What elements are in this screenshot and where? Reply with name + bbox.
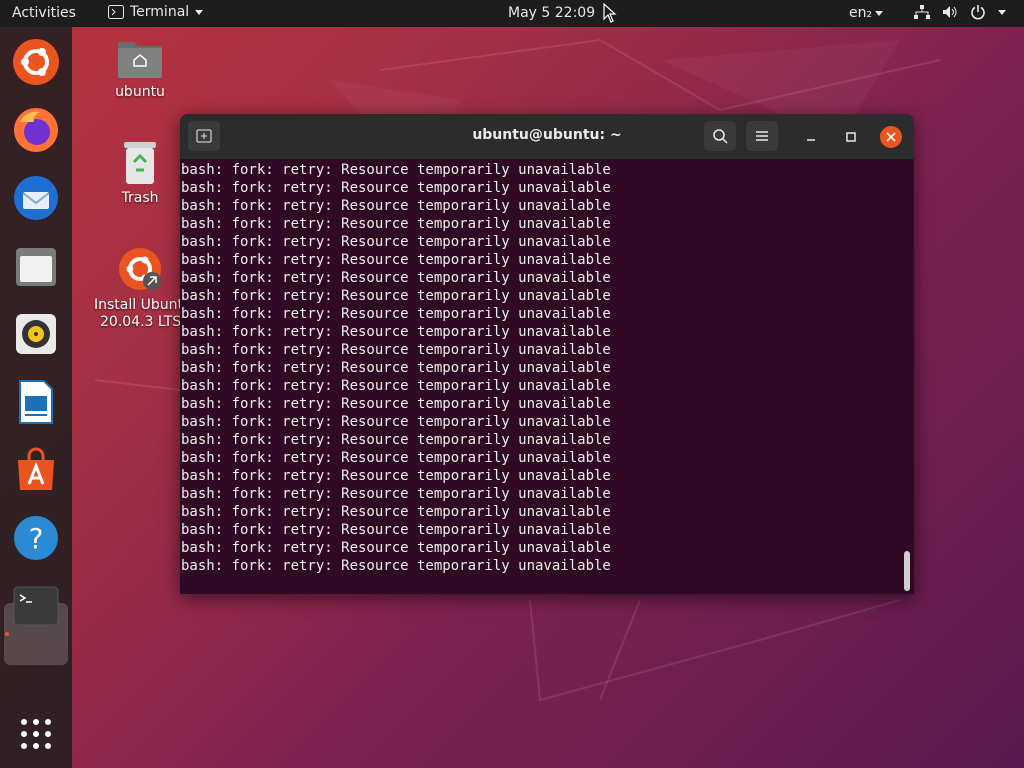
top-bar: Activities Terminal May 5 22:09 en₂	[0, 0, 1024, 27]
language-label: en₂	[849, 5, 873, 21]
terminal-line: bash: fork: retry: Resource temporarily …	[181, 558, 611, 574]
trash-icon	[124, 142, 156, 184]
terminal-line: bash: fork: retry: Resource temporarily …	[181, 234, 611, 250]
desktop-trash[interactable]: Trash	[95, 140, 185, 207]
desktop-install-label-1: Install Ubuntu	[94, 297, 192, 313]
clock[interactable]: May 5 22:09	[508, 5, 595, 21]
minimize-icon	[807, 139, 815, 141]
terminal-line: bash: fork: retry: Resource temporarily …	[181, 198, 611, 214]
system-tray[interactable]	[914, 4, 1006, 20]
dock-item-help[interactable]: ?	[10, 512, 62, 564]
terminal-output[interactable]: bash: fork: retry: Resource temporarily …	[181, 161, 899, 591]
terminal-line: bash: fork: retry: Resource temporarily …	[181, 360, 611, 376]
dock-item-rhythmbox[interactable]	[10, 308, 62, 360]
menu-button[interactable]	[746, 121, 778, 151]
network-icon	[914, 5, 930, 19]
terminal-line: bash: fork: retry: Resource temporarily …	[181, 432, 611, 448]
terminal-line: bash: fork: retry: Resource temporarily …	[181, 324, 611, 340]
search-icon	[713, 129, 728, 144]
writer-icon	[19, 380, 53, 424]
search-button[interactable]	[704, 121, 736, 151]
dock-item-files[interactable]	[10, 240, 62, 292]
mouse-pointer-icon	[603, 3, 617, 23]
help-icon: ?	[14, 516, 58, 560]
terminal-line: bash: fork: retry: Resource temporarily …	[181, 378, 611, 394]
terminal-line: bash: fork: retry: Resource temporarily …	[181, 162, 611, 178]
show-apps-button[interactable]	[10, 708, 62, 760]
desktop-install-label-2: 20.04.3 LTS	[100, 314, 182, 330]
power-icon	[971, 5, 985, 20]
ubuntu-logo-icon	[13, 39, 59, 85]
volume-icon	[943, 6, 957, 18]
terminal-line: bash: fork: retry: Resource temporarily …	[181, 504, 611, 520]
terminal-line: bash: fork: retry: Resource temporarily …	[181, 216, 611, 232]
dock-item-app-store[interactable]	[10, 444, 62, 496]
app-menu[interactable]: Terminal	[108, 4, 204, 20]
dock: ?	[0, 27, 72, 768]
close-button[interactable]	[880, 126, 902, 148]
svg-text:?: ?	[29, 522, 44, 555]
terminal-line: bash: fork: retry: Resource temporarily …	[181, 414, 611, 430]
terminal-line: bash: fork: retry: Resource temporarily …	[181, 522, 611, 538]
install-ubuntu-icon	[119, 248, 161, 290]
home-folder-icon	[118, 42, 162, 78]
terminal-line: bash: fork: retry: Resource temporarily …	[181, 450, 611, 466]
dock-item-thunderbird[interactable]	[10, 172, 62, 224]
minimize-button[interactable]	[800, 126, 822, 148]
terminal-line: bash: fork: retry: Resource temporarily …	[181, 342, 611, 358]
close-icon	[886, 132, 896, 142]
desktop-home-label: ubuntu	[115, 84, 165, 100]
running-indicator	[5, 632, 9, 636]
activities-button[interactable]: Activities	[12, 5, 76, 21]
terminal-headerbar[interactable]: ubuntu@ubuntu: ~	[180, 114, 914, 160]
maximize-icon	[846, 132, 856, 142]
terminal-scrollbar[interactable]	[904, 551, 910, 591]
hamburger-menu-icon	[756, 131, 768, 141]
dock-item-terminal[interactable]	[10, 580, 62, 632]
terminal-line: bash: fork: retry: Resource temporarily …	[181, 540, 611, 556]
terminal-line: bash: fork: retry: Resource temporarily …	[181, 288, 611, 304]
rhythmbox-icon	[16, 314, 56, 354]
files-icon	[16, 248, 56, 286]
thunderbird-icon	[14, 176, 58, 220]
terminal-line: bash: fork: retry: Resource temporarily …	[181, 270, 611, 286]
chevron-down-icon	[875, 10, 884, 16]
language-indicator[interactable]: en₂	[849, 5, 884, 21]
app-menu-label: Terminal	[130, 4, 190, 20]
shopping-bag-icon	[18, 447, 54, 490]
dock-item-libreoffice-writer[interactable]	[10, 376, 62, 428]
dock-item-ubuntu-software[interactable]	[10, 36, 62, 88]
terminal-line: bash: fork: retry: Resource temporarily …	[181, 252, 611, 268]
grid-icon	[21, 719, 51, 749]
desktop-trash-label: Trash	[121, 190, 159, 206]
desktop-home-folder[interactable]: ubuntu	[95, 36, 185, 101]
maximize-button[interactable]	[840, 126, 862, 148]
chevron-down-icon	[998, 9, 1006, 15]
terminal-line: bash: fork: retry: Resource temporarily …	[181, 306, 611, 322]
desktop-install-ubuntu[interactable]: Install Ubuntu 20.04.3 LTS	[90, 245, 192, 331]
terminal-line: bash: fork: retry: Resource temporarily …	[181, 468, 611, 484]
terminal-icon	[108, 5, 124, 19]
terminal-line: bash: fork: retry: Resource temporarily …	[181, 486, 611, 502]
terminal-icon	[13, 586, 59, 626]
terminal-line: bash: fork: retry: Resource temporarily …	[181, 396, 611, 412]
firefox-icon	[14, 108, 58, 152]
chevron-down-icon	[195, 9, 204, 15]
terminal-line: bash: fork: retry: Resource temporarily …	[181, 180, 611, 196]
dock-item-firefox[interactable]	[10, 104, 62, 156]
terminal-window: ubuntu@ubuntu: ~ bash: fork: retry: Reso…	[180, 114, 914, 594]
